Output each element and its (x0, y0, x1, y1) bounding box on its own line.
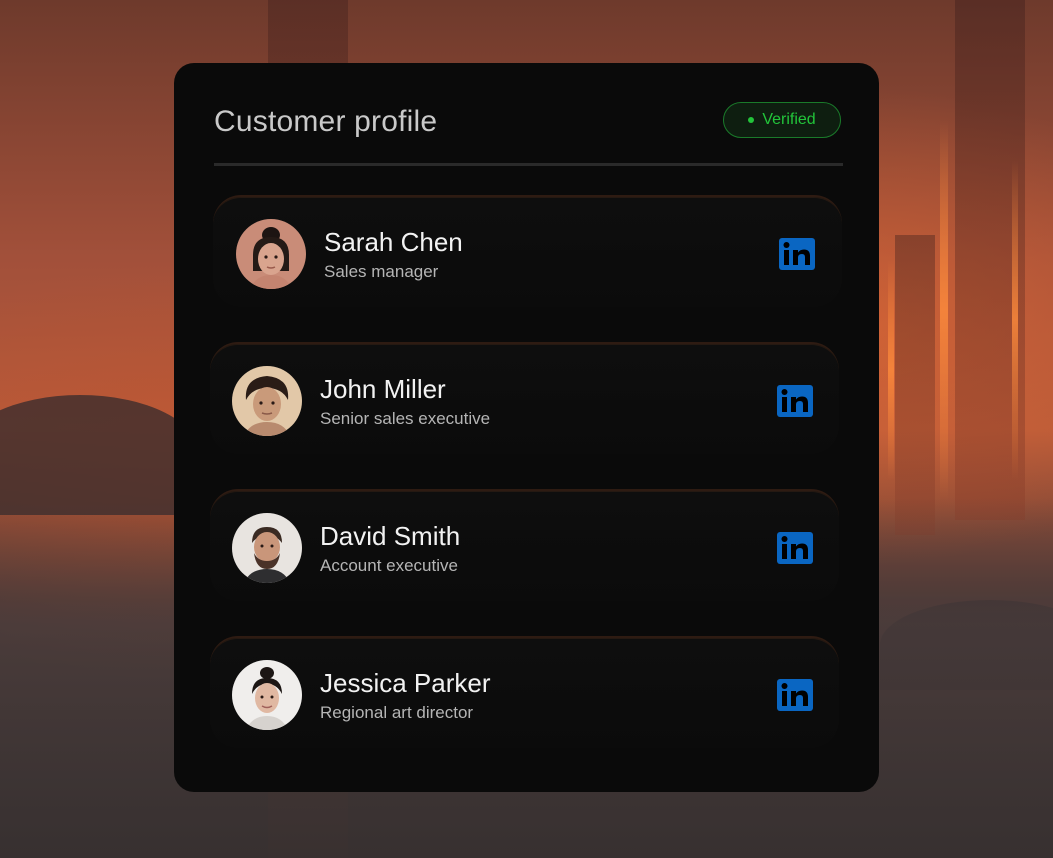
divider (214, 163, 843, 166)
avatar (232, 513, 302, 583)
linkedin-icon[interactable] (777, 385, 813, 417)
customer-profile-card: Customer profile Verified Sarah Chen Sal… (174, 63, 879, 792)
linkedin-icon[interactable] (777, 679, 813, 711)
linkedin-icon[interactable] (777, 532, 813, 564)
profile-name: Sarah Chen (324, 227, 463, 257)
verified-label: Verified (762, 111, 816, 128)
linkedin-icon[interactable] (779, 238, 815, 270)
profile-name: Jessica Parker (320, 668, 491, 698)
avatar (232, 366, 302, 436)
profile-role: Senior sales executive (320, 409, 491, 428)
card-title: Customer profile (214, 105, 438, 138)
profile-row-david-smith[interactable]: David Smith Account executive (210, 489, 839, 601)
avatar (236, 219, 306, 289)
status-dot-icon (748, 117, 755, 123)
verified-badge: Verified (723, 102, 841, 138)
profile-row-sarah-chen[interactable]: Sarah Chen Sales manager (213, 195, 842, 307)
profile-role: Sales manager (324, 262, 439, 281)
avatar (232, 660, 302, 730)
profile-name: John Miller (320, 374, 446, 404)
profile-row-john-miller[interactable]: John Miller Senior sales executive (210, 342, 839, 454)
profile-name: David Smith (320, 521, 461, 551)
profile-row-jessica-parker[interactable]: Jessica Parker Regional art director (210, 636, 839, 748)
profile-role: Regional art director (320, 703, 474, 722)
profile-role: Account executive (320, 556, 458, 575)
